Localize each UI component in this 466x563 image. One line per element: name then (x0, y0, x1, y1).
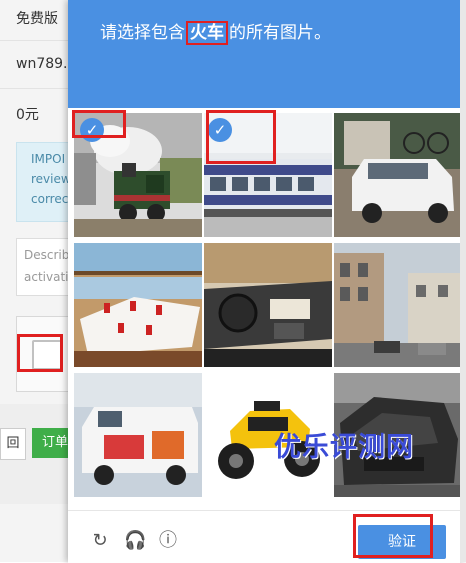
captcha-tile-street[interactable] (334, 243, 462, 367)
captcha-tile-restaurant[interactable] (74, 243, 202, 367)
watermark: 优乐评测网 (274, 432, 414, 463)
captcha-checkbox[interactable] (32, 340, 62, 370)
price-label: 0元 (16, 107, 39, 123)
refresh-icon[interactable]: ↻ (90, 531, 110, 551)
order-button[interactable]: 订单 (32, 428, 72, 458)
selected-check-icon: ✓ (80, 118, 104, 142)
prompt-text: 请选择包含 (100, 23, 185, 43)
captcha-dialog: 请选择包含 火车 的所有图片。 ✓ ✓ 优乐评测网 ↻ 🎧 ⓘ 验证 (68, 0, 466, 563)
back-button[interactable]: 回 (0, 428, 26, 460)
divider (0, 88, 72, 89)
captcha-prompt: 请选择包含 火车 的所有图片。 (100, 18, 331, 45)
captcha-tile-train-car[interactable]: ✓ (204, 113, 332, 237)
captcha-footer: ↻ 🎧 ⓘ 验证 (68, 510, 460, 563)
prompt-keyword: 火车 (186, 21, 228, 45)
selected-check-icon: ✓ (208, 118, 232, 142)
captcha-tile-ambulance[interactable] (74, 373, 202, 497)
plan-label: 免费版 (16, 11, 58, 27)
captcha-tile-van-bikes[interactable] (334, 113, 462, 237)
prompt-text: 的所有图片。 (229, 23, 331, 43)
restaurant-image (74, 243, 202, 367)
captcha-tile-locomotive[interactable]: ✓ (74, 113, 202, 237)
ambulance-image (74, 373, 202, 497)
street-image (334, 243, 462, 367)
scrollbar[interactable] (460, 0, 466, 562)
divider (0, 40, 72, 41)
headphones-icon[interactable]: 🎧 (124, 531, 146, 551)
info-icon[interactable]: ⓘ (158, 531, 178, 551)
captcha-tile-car-interior[interactable] (204, 243, 332, 367)
van-bikes-image (334, 113, 462, 237)
verify-button[interactable]: 验证 (358, 525, 446, 559)
order-id: wn789.1 (16, 56, 72, 72)
captcha-header: 请选择包含 火车 的所有图片。 (68, 0, 460, 108)
car-interior-image (204, 243, 332, 367)
